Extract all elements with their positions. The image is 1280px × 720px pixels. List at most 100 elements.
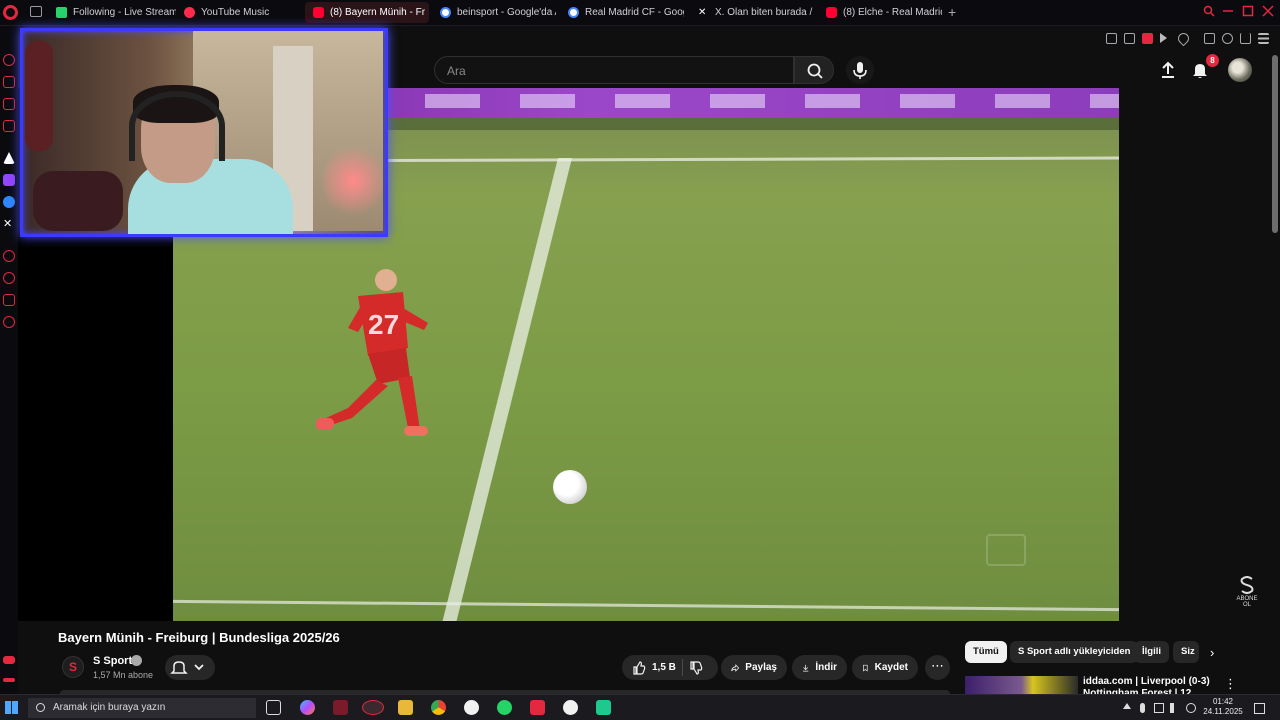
chip-all[interactable]: Tümü	[965, 641, 1007, 663]
webcam-overlay	[20, 28, 388, 237]
chips-next-chevron-icon[interactable]: ›	[1210, 645, 1214, 660]
footballer-figure: 27	[316, 269, 428, 436]
windows-taskbar: Aramak için buraya yazın	[0, 694, 1280, 720]
tab-x[interactable]: ✕ X. Olan biten burada / X	[690, 2, 814, 23]
close-window-icon[interactable]	[1262, 5, 1274, 17]
tab-label: YouTube Music	[201, 7, 270, 18]
chip-from-uploader[interactable]: S Sport adlı yükleyiciden	[1010, 641, 1139, 663]
tab-beinsport-google[interactable]: beinsport - Google'da Ar	[432, 2, 556, 23]
dislike-icon[interactable]	[689, 660, 703, 675]
maximize-icon[interactable]	[1242, 5, 1254, 17]
notification-center-icon[interactable]	[1254, 703, 1265, 714]
sidebar-pinboard-icon[interactable]	[3, 294, 15, 306]
like-icon[interactable]	[632, 660, 646, 675]
tab-following-live-streams[interactable]: Following - Live Streams	[48, 2, 176, 23]
steam-icon[interactable]	[464, 700, 479, 715]
search-input[interactable]: Ara	[434, 56, 794, 84]
tab-bayern-munih[interactable]: (8) Bayern Münih - Fr	[305, 2, 429, 23]
taskbar-clock[interactable]: 01:42 24.11.2025	[1203, 697, 1243, 717]
tray-overflow-chevron-icon[interactable]	[1123, 703, 1131, 709]
download-icon	[803, 664, 809, 672]
sidebar-shopping-icon[interactable]	[3, 76, 15, 88]
channel-avatar[interactable]	[62, 656, 84, 678]
google-favicon-icon	[568, 7, 579, 18]
sidebar-x-icon[interactable]: ✕	[3, 218, 15, 230]
new-tab-button[interactable]: +	[948, 4, 956, 20]
youtube-favicon-icon	[826, 7, 837, 18]
tab-label: Following - Live Streams	[73, 7, 176, 18]
tab-label: X. Olan biten burada / X	[715, 7, 814, 18]
search-button[interactable]	[794, 56, 834, 84]
recommended-title[interactable]: iddaa.com | Liverpool (0-3) Nottingham F…	[1083, 676, 1213, 694]
task-view-icon[interactable]	[266, 700, 281, 715]
tab-label: Real Madrid CF - Google	[585, 7, 684, 18]
sidebar-music-icon[interactable]	[3, 120, 15, 132]
file-explorer-icon[interactable]	[398, 700, 413, 715]
sidebar-messenger-icon[interactable]	[3, 196, 15, 208]
channel-name[interactable]: S Sport	[93, 655, 132, 667]
football	[553, 470, 587, 504]
volume-icon[interactable]	[1170, 703, 1180, 713]
subscribe-watermark[interactable]: ABONE OL	[1232, 576, 1262, 608]
windows-start-icon[interactable]	[5, 701, 18, 714]
sidebar-aria-icon[interactable]	[3, 54, 15, 66]
sidebar-twitch-icon[interactable]	[3, 174, 15, 186]
search-tabs-icon[interactable]	[1203, 5, 1215, 17]
youtube-music-favicon-icon	[184, 7, 195, 18]
divider	[681, 659, 683, 676]
upload-icon[interactable]	[1158, 60, 1178, 80]
streamlabs-icon[interactable]	[596, 700, 611, 715]
share-button[interactable]: Paylaş	[721, 655, 787, 680]
more-actions-button[interactable]: ⋯	[925, 655, 950, 680]
webcam-guitar	[25, 41, 53, 151]
subscription-bell-button[interactable]	[165, 655, 215, 680]
download-button[interactable]: İndir	[792, 655, 847, 680]
browser-sidebar: ✕	[0, 26, 18, 694]
clock-date: 24.11.2025	[1203, 707, 1243, 716]
chip-related[interactable]: İlgili	[1134, 641, 1169, 663]
google-favicon-icon	[440, 7, 451, 18]
microphone-tray-icon[interactable]	[1140, 703, 1145, 713]
taskbar-search-icon	[36, 703, 45, 712]
bell-dropdown-icon	[170, 661, 204, 674]
sync-icon[interactable]	[1186, 703, 1196, 713]
user-avatar[interactable]	[1228, 58, 1252, 82]
like-count[interactable]: 1,5 B	[652, 662, 676, 673]
save-label: Kaydet	[874, 662, 908, 673]
obs-icon[interactable]	[563, 700, 578, 715]
workspaces-icon[interactable]	[30, 6, 42, 17]
verified-badge-icon	[131, 655, 142, 666]
tab-label: beinsport - Google'da Ar	[457, 7, 556, 18]
sidebar-settings-icon[interactable]	[3, 316, 15, 328]
opera-logo-icon[interactable]	[3, 5, 18, 20]
sidebar-aria-logo-icon[interactable]	[3, 152, 15, 164]
minimize-icon[interactable]	[1222, 5, 1234, 17]
sidebar-more-icon[interactable]	[3, 678, 15, 682]
sidebar-gx-icon[interactable]	[3, 656, 15, 664]
whatsapp-icon[interactable]	[497, 700, 512, 715]
subscribe-watermark-label: ABONE OL	[1236, 596, 1258, 608]
share-icon	[731, 663, 740, 672]
chrome-icon[interactable]	[431, 700, 446, 715]
copilot-icon[interactable]	[300, 700, 315, 715]
chip-for-you[interactable]: Siz	[1173, 641, 1199, 663]
browser-tab-strip: Following - Live Streams YouTube Music (…	[0, 0, 1280, 26]
taskbar-search-input[interactable]: Aramak için buraya yazın	[28, 698, 256, 718]
opera-browser-icon[interactable]	[530, 700, 545, 715]
opera-gx-taskbar-icon[interactable]	[362, 700, 384, 715]
media-app-icon[interactable]	[333, 700, 348, 715]
bundesliga-watermark-icon	[986, 534, 1026, 566]
recommended-menu-icon[interactable]: ⋮	[1224, 676, 1237, 692]
save-button[interactable]: Kaydet	[852, 655, 918, 680]
voice-search-button[interactable]	[846, 56, 874, 84]
svg-text:27: 27	[368, 309, 399, 340]
tab-elche-real-madrid[interactable]: (8) Elche - Real Madrid (2	[818, 2, 942, 23]
page-scrollbar-thumb[interactable]	[1272, 55, 1278, 233]
tab-real-madrid-google[interactable]: Real Madrid CF - Google	[560, 2, 684, 23]
sidebar-player-icon[interactable]	[3, 250, 15, 262]
sidebar-history-icon[interactable]	[3, 272, 15, 284]
recommended-thumbnail[interactable]	[965, 676, 1078, 694]
sidebar-tv-icon[interactable]	[3, 98, 15, 110]
network-icon[interactable]	[1154, 703, 1164, 713]
tab-youtube-music[interactable]: YouTube Music	[176, 2, 304, 23]
